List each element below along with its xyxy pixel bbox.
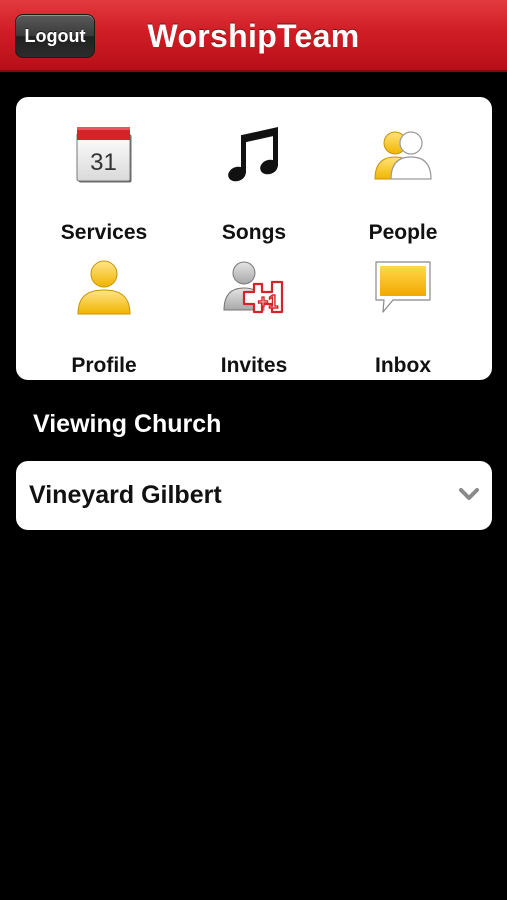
menu-item-label: Songs bbox=[221, 221, 287, 244]
person-icon bbox=[77, 260, 131, 315]
main-menu-card: 31 Services Songs People Profile +1 Invi… bbox=[16, 97, 492, 380]
church-select-value: Vineyard Gilbert bbox=[29, 481, 222, 509]
church-select[interactable]: Vineyard Gilbert bbox=[16, 461, 492, 530]
viewing-church-heading: Viewing Church bbox=[33, 410, 222, 438]
menu-item-label: Inbox bbox=[375, 354, 431, 377]
menu-item-inbox[interactable]: Inbox bbox=[328, 254, 478, 377]
menu-item-people[interactable]: People bbox=[328, 121, 478, 244]
chevron-down-icon bbox=[459, 488, 479, 500]
menu-item-label: Invites bbox=[220, 354, 288, 377]
menu-item-profile[interactable]: Profile bbox=[29, 254, 179, 377]
speech-bubble-icon bbox=[375, 261, 431, 313]
menu-item-label: People bbox=[368, 221, 438, 244]
invite-badge-text: +1 bbox=[258, 292, 279, 312]
music-note-icon bbox=[228, 127, 278, 182]
menu-item-songs[interactable]: Songs bbox=[179, 121, 329, 244]
menu-item-invites[interactable]: +1 Invites bbox=[179, 254, 329, 377]
menu-item-label: Profile bbox=[71, 354, 137, 377]
menu-item-label: Services bbox=[60, 221, 148, 244]
logout-button[interactable]: Logout bbox=[15, 14, 95, 58]
nav-bar: WorshipTeam Logout bbox=[0, 0, 507, 72]
menu-item-services[interactable]: 31 Services bbox=[29, 121, 179, 244]
calendar-icon: 31 bbox=[76, 127, 132, 183]
people-icon bbox=[374, 131, 432, 180]
invite-plus-one-icon: +1 bbox=[223, 261, 284, 314]
calendar-day-number: 31 bbox=[90, 149, 117, 176]
